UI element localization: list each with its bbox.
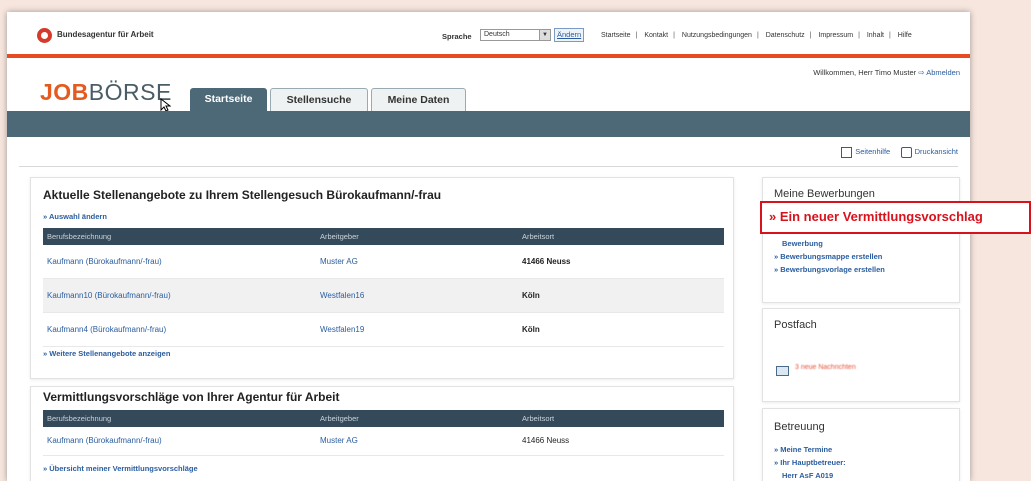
column-header-job[interactable]: Berufsbezeichnung bbox=[47, 414, 111, 423]
proposals-title: Vermittlungsvorschläge von Ihrer Agentur… bbox=[43, 390, 340, 404]
org-name[interactable]: Bundesagentur für Arbeit bbox=[57, 30, 154, 39]
language-label: Sprache bbox=[442, 32, 472, 41]
top-bar: Bundesagentur für Arbeit Sprache Deutsch… bbox=[7, 12, 970, 52]
postbox-title: Postfach bbox=[774, 319, 817, 331]
help-link[interactable]: Seitenhilfe bbox=[841, 147, 891, 158]
employer-link[interactable]: Westfalen19 bbox=[320, 325, 364, 334]
main-advisor-link[interactable]: » Ihr Hauptbetreuer: bbox=[774, 458, 846, 467]
job-link[interactable]: Kaufmann4 (Bürokaufmann/-frau) bbox=[47, 325, 166, 334]
offers-title: Aktuelle Stellenangebote zu Ihrem Stelle… bbox=[43, 188, 442, 202]
change-selection-link[interactable]: » Auswahl ändern bbox=[43, 212, 107, 221]
table-row: Kaufmann (Bürokaufmann/-frau) Muster AG … bbox=[43, 427, 724, 456]
ba-logo-icon[interactable] bbox=[37, 28, 52, 43]
postbox-messages-link[interactable]: 3 neue Nachrichten bbox=[795, 364, 856, 371]
welcome-text: Willkommen, Herr Timo Muster ⇨ Abmelden bbox=[813, 68, 960, 77]
help-label: Seitenhilfe bbox=[855, 147, 891, 157]
tab-startseite[interactable]: Startseite bbox=[190, 88, 267, 111]
toplink-kontakt[interactable]: Kontakt bbox=[644, 32, 668, 39]
toplink-hilfe[interactable]: Hilfe bbox=[898, 32, 912, 39]
applications-title: Meine Bewerbungen bbox=[774, 188, 875, 200]
support-title: Betreuung bbox=[774, 421, 825, 433]
new-proposal-callout[interactable]: » Ein neuer Vermittlungsvorschlag bbox=[760, 201, 1031, 234]
accent-line bbox=[7, 54, 970, 58]
print-label: Druckansicht bbox=[914, 147, 958, 157]
job-link[interactable]: Kaufmann10 (Bürokaufmann/-frau) bbox=[47, 291, 171, 300]
location: Köln bbox=[522, 325, 540, 334]
tab-stellensuche[interactable]: Stellensuche bbox=[270, 88, 368, 111]
column-header-employer[interactable]: Arbeitgeber bbox=[320, 232, 359, 241]
job-link[interactable]: Kaufmann (Bürokaufmann/-frau) bbox=[47, 257, 162, 266]
appointments-link[interactable]: » Meine Termine bbox=[774, 445, 832, 454]
printer-icon bbox=[900, 147, 912, 158]
page-toolbar: Seitenhilfe Druckansicht bbox=[841, 147, 958, 158]
column-header-employer[interactable]: Arbeitgeber bbox=[320, 414, 359, 423]
toplink-nutzungsbedingungen[interactable]: Nutzungsbedingungen bbox=[682, 32, 752, 39]
logo-part-job: JOB bbox=[40, 79, 89, 105]
logout-link[interactable]: ⇨ Abmelden bbox=[918, 68, 960, 77]
table-row: Kaufmann4 (Bürokaufmann/-frau) Westfalen… bbox=[43, 313, 724, 347]
create-application-template-link[interactable]: » Bewerbungsvorlage erstellen bbox=[774, 265, 885, 274]
welcome-user: Willkommen, Herr Timo Muster bbox=[813, 68, 917, 77]
tab-meine-daten[interactable]: Meine Daten bbox=[371, 88, 466, 111]
language-select[interactable]: Deutsch ▼ bbox=[480, 29, 551, 41]
employer-link[interactable]: Westfalen16 bbox=[320, 291, 364, 300]
more-offers-link[interactable]: » Weitere Stellenangebote anzeigen bbox=[43, 349, 170, 358]
table-header: Berufsbezeichnung Arbeitgeber Arbeitsort bbox=[43, 410, 724, 427]
help-page-icon bbox=[841, 147, 853, 158]
create-application-folder-link[interactable]: » Bewerbungsmappe erstellen bbox=[774, 252, 882, 261]
table-header: Berufsbezeichnung Arbeitgeber Arbeitsort bbox=[43, 228, 724, 245]
location: 41466 Neuss bbox=[522, 436, 570, 445]
location: Köln bbox=[522, 291, 540, 300]
advisor-name[interactable]: Herr AsF A019 bbox=[782, 471, 833, 480]
language-change-button[interactable]: Ändern bbox=[554, 28, 585, 42]
column-header-location[interactable]: Arbeitsort bbox=[522, 414, 554, 423]
logout-label: Abmelden bbox=[926, 68, 960, 77]
language-value: Deutsch bbox=[484, 31, 510, 38]
column-header-job[interactable]: Berufsbezeichnung bbox=[47, 232, 111, 241]
divider bbox=[19, 166, 958, 167]
toplink-inhalt[interactable]: Inhalt bbox=[867, 32, 884, 39]
job-link[interactable]: Kaufmann (Bürokaufmann/-frau) bbox=[47, 436, 162, 445]
chevron-down-icon[interactable]: ▼ bbox=[539, 30, 550, 40]
offers-table: Berufsbezeichnung Arbeitgeber Arbeitsort… bbox=[43, 228, 724, 347]
print-link[interactable]: Druckansicht bbox=[900, 147, 958, 158]
toplink-datenschutz[interactable]: Datenschutz bbox=[766, 32, 805, 39]
toplink-impressum[interactable]: Impressum bbox=[818, 32, 853, 39]
mail-icon[interactable] bbox=[776, 366, 789, 376]
top-links: Startseite | Kontakt | Nutzungsbedingungen… bbox=[601, 32, 912, 39]
nav-bar bbox=[7, 111, 970, 137]
table-row: Kaufmann10 (Bürokaufmann/-frau) Westfale… bbox=[43, 279, 724, 313]
browser-page: Bundesagentur für Arbeit Sprache Deutsch… bbox=[7, 12, 970, 481]
employer-link[interactable]: Muster AG bbox=[320, 257, 358, 266]
proposals-table: Berufsbezeichnung Arbeitgeber Arbeitsort… bbox=[43, 410, 724, 456]
toplink-startseite[interactable]: Startseite bbox=[601, 32, 631, 39]
table-row: Kaufmann (Bürokaufmann/-frau) Muster AG … bbox=[43, 245, 724, 279]
column-header-location[interactable]: Arbeitsort bbox=[522, 232, 554, 241]
jobboerse-logo[interactable]: JOBBÖRSE bbox=[40, 79, 172, 106]
location: 41466 Neuss bbox=[522, 257, 571, 266]
mouse-cursor-icon bbox=[160, 98, 171, 112]
employer-link[interactable]: Muster AG bbox=[320, 436, 358, 445]
application-link[interactable]: Bewerbung bbox=[782, 239, 823, 248]
proposals-overview-link[interactable]: » Übersicht meiner Vermittlungsvorschläg… bbox=[43, 464, 198, 473]
